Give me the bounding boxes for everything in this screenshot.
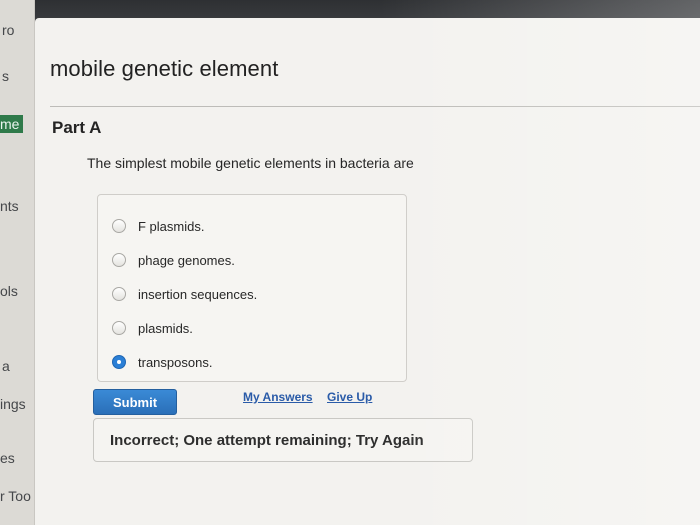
option-insertion-sequences[interactable]: insertion sequences. xyxy=(112,283,257,305)
option-label: transposons. xyxy=(138,354,213,370)
radio-icon[interactable] xyxy=(112,253,126,267)
radio-icon[interactable] xyxy=(112,321,126,335)
option-label: F plasmids. xyxy=(138,218,205,234)
sidebar-item-active[interactable]: me xyxy=(0,115,24,133)
option-label: insertion sequences. xyxy=(138,286,258,302)
page-title: mobile genetic element xyxy=(50,56,279,81)
sidebar-item-fragment[interactable]: nts xyxy=(0,198,19,214)
sidebar-item-fragment[interactable]: a xyxy=(2,358,10,374)
feedback-text: Incorrect; One attempt remaining; Try Ag… xyxy=(110,431,424,449)
sidebar-item-fragment[interactable]: ro xyxy=(2,22,14,38)
sidebar-item-fragment[interactable]: es xyxy=(0,450,15,466)
sidebar-item-fragment[interactable]: ings xyxy=(0,396,26,412)
option-label: plasmids. xyxy=(138,320,193,336)
question-text: The simplest mobile genetic elements in … xyxy=(87,155,414,171)
answer-options: F plasmids. phage genomes. insertion seq… xyxy=(97,194,407,382)
radio-icon[interactable] xyxy=(112,287,126,301)
radio-selected-icon[interactable] xyxy=(112,355,126,369)
option-plasmids[interactable]: plasmids. xyxy=(112,317,193,339)
title-divider xyxy=(50,106,700,107)
option-label: phage genomes. xyxy=(138,252,235,268)
sidebar-item-fragment[interactable]: ols xyxy=(0,283,18,299)
option-transposons[interactable]: transposons. xyxy=(112,351,212,373)
sidebar-item-fragment[interactable]: s xyxy=(2,68,9,84)
give-up-link[interactable]: Give Up xyxy=(327,390,372,404)
option-f-plasmids[interactable]: F plasmids. xyxy=(112,215,204,237)
submit-button[interactable]: Submit xyxy=(93,389,177,415)
option-phage-genomes[interactable]: phage genomes. xyxy=(112,249,235,271)
sidebar-item-fragment[interactable]: r Too xyxy=(0,488,31,504)
part-title: Part A xyxy=(52,118,102,137)
radio-icon[interactable] xyxy=(112,219,126,233)
feedback-box: Incorrect; One attempt remaining; Try Ag… xyxy=(93,418,473,462)
sidebar: ro s me nts ols a ings es r Too xyxy=(0,0,35,525)
assignment-panel: mobile genetic element Part A The simple… xyxy=(35,18,700,525)
my-answers-link[interactable]: My Answers xyxy=(243,390,313,404)
